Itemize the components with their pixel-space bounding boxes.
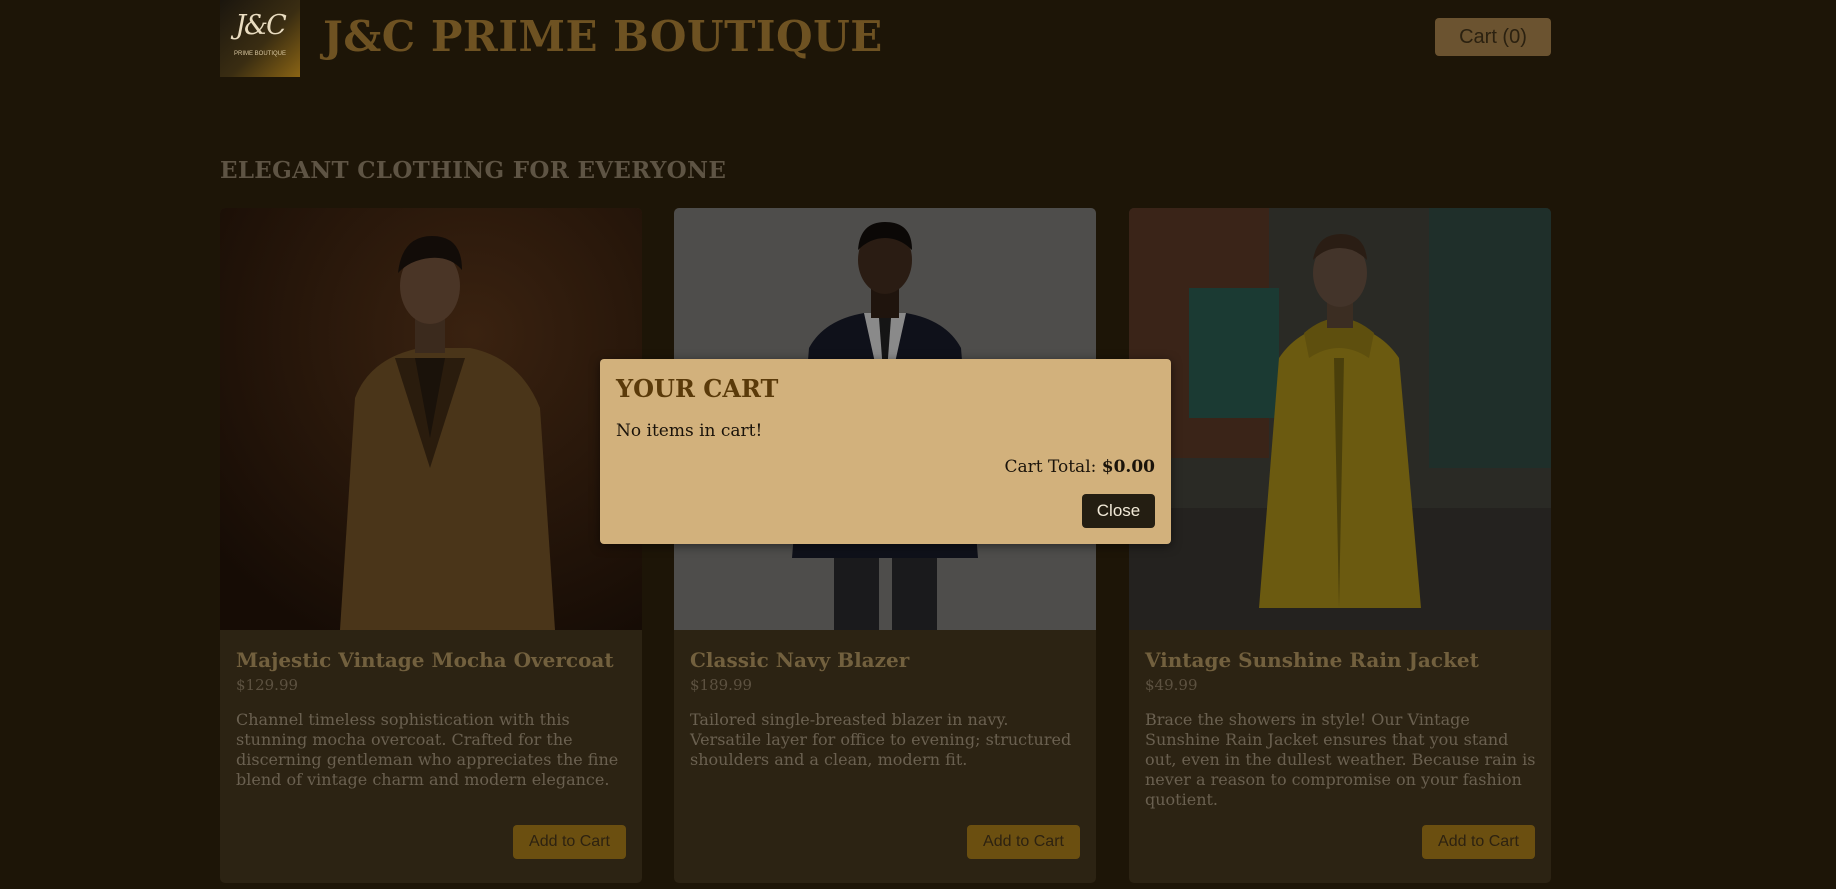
- product-image-rain-jacket: [1129, 208, 1551, 630]
- site-title: J&C PRIME BOUTIQUE: [323, 12, 883, 61]
- product-name: Classic Navy Blazer: [690, 648, 910, 672]
- product-card: Classic Navy Blazer $189.99 Tailored sin…: [674, 208, 1096, 883]
- product-details: Vintage Sunshine Rain Jacket $49.99 Brac…: [1145, 648, 1537, 810]
- product-details: Majestic Vintage Mocha Overcoat $129.99 …: [236, 648, 628, 790]
- page: J&C PRIME BOUTIQUE J&C PRIME BOUTIQUE Ca…: [0, 0, 1836, 889]
- product-description: Channel timeless sophistication with thi…: [236, 710, 619, 789]
- site-header: J&C PRIME BOUTIQUE J&C PRIME BOUTIQUE Ca…: [220, 0, 1551, 77]
- product-price: $49.99: [1145, 676, 1198, 694]
- add-to-cart-button[interactable]: Add to Cart: [513, 825, 626, 859]
- product-name: Majestic Vintage Mocha Overcoat: [236, 648, 614, 672]
- product-name: Vintage Sunshine Rain Jacket: [1145, 648, 1479, 672]
- logo-mark: J&C: [235, 10, 287, 41]
- product-description: Tailored single-breasted blazer in navy.…: [690, 710, 1072, 769]
- cart-empty-message: No items in cart!: [616, 421, 763, 441]
- cart-modal-title: YOUR CART: [616, 374, 779, 403]
- cart-button[interactable]: Cart (0): [1435, 18, 1551, 56]
- logo[interactable]: J&C PRIME BOUTIQUE: [220, 0, 300, 77]
- product-card: Vintage Sunshine Rain Jacket $49.99 Brac…: [1129, 208, 1551, 883]
- add-to-cart-button[interactable]: Add to Cart: [1422, 825, 1535, 859]
- cart-total-value: $0.00: [1101, 457, 1155, 477]
- product-description: Brace the showers in style! Our Vintage …: [1145, 710, 1536, 809]
- product-image-overcoat: [220, 208, 642, 630]
- cart-total: Cart Total: $0.00: [1004, 457, 1155, 477]
- product-card: Majestic Vintage Mocha Overcoat $129.99 …: [220, 208, 642, 883]
- close-button[interactable]: Close: [1082, 494, 1155, 528]
- product-price: $129.99: [236, 676, 299, 694]
- section-title: ELEGANT CLOTHING FOR EVERYONE: [220, 157, 727, 184]
- cart-total-label: Cart Total:: [1004, 457, 1097, 477]
- product-details: Classic Navy Blazer $189.99 Tailored sin…: [690, 648, 1082, 770]
- logo-subtitle: PRIME BOUTIQUE: [233, 51, 286, 57]
- add-to-cart-button[interactable]: Add to Cart: [967, 825, 1080, 859]
- product-price: $189.99: [690, 676, 753, 694]
- cart-modal: YOUR CART No items in cart! Cart Total: …: [600, 359, 1171, 544]
